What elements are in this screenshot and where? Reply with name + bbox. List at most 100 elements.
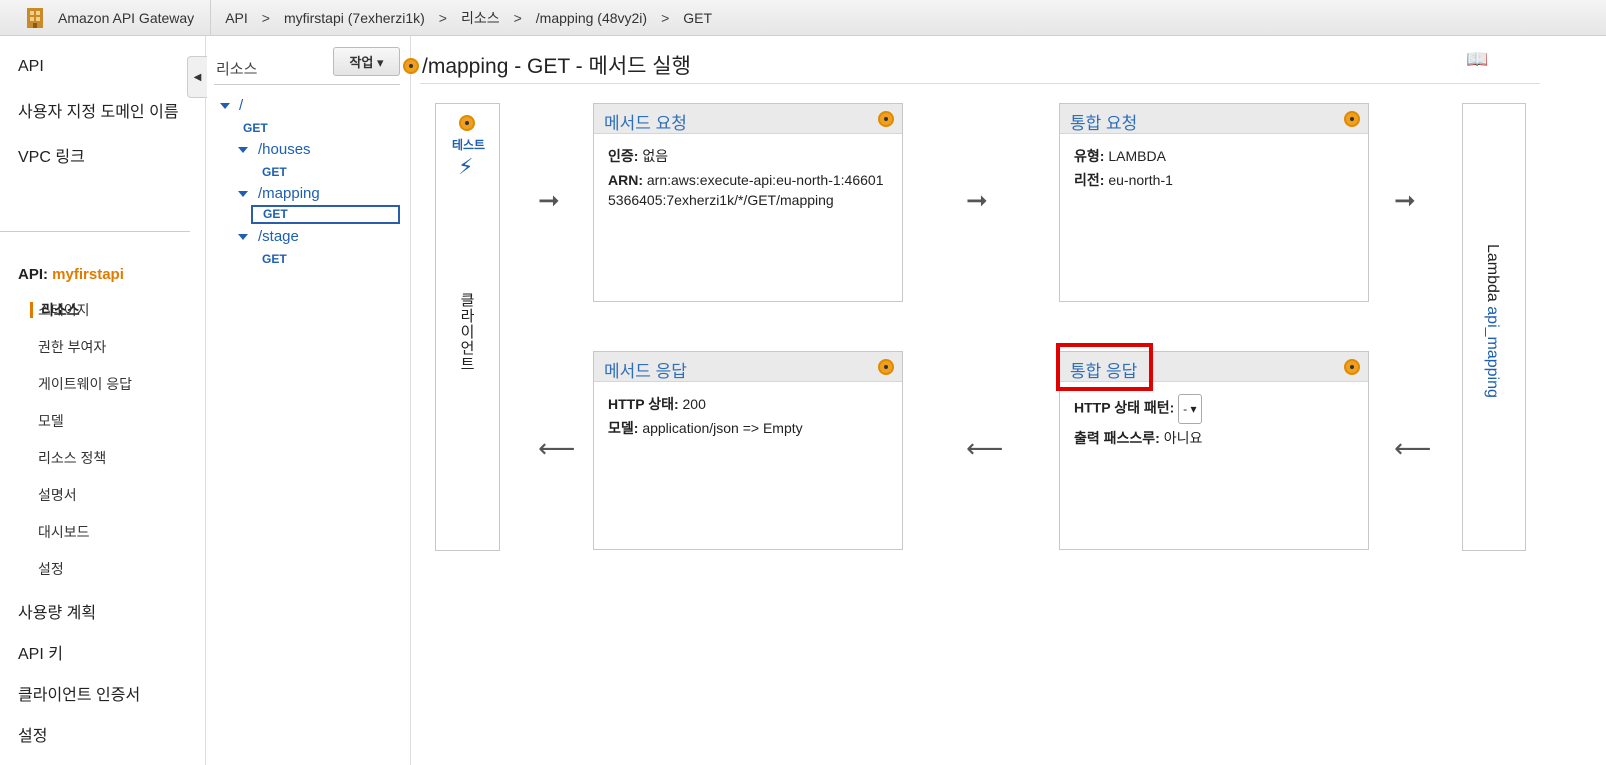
info-dot-icon[interactable]	[1344, 111, 1360, 127]
method-request-link[interactable]: 메서드 요청	[604, 109, 687, 134]
http-status-label: HTTP 상태:	[608, 396, 679, 412]
breadcrumb-separator: >	[438, 9, 447, 26]
nav-item-dashboard[interactable]: 대시보드	[38, 522, 90, 542]
nav-item-models[interactable]: 모델	[38, 411, 64, 431]
tree-stage[interactable]: /stage	[258, 228, 299, 245]
nav-item-custom-domains[interactable]: 사용자 지정 도메인 이름	[18, 98, 179, 122]
method-response-card: 메서드 응답 HTTP 상태: 200 모델: application/json…	[593, 351, 903, 550]
page-title: /mapping - GET - 메서드 실행	[422, 55, 691, 78]
card-header: 통합 요청	[1060, 104, 1368, 134]
test-link[interactable]: 테스트	[436, 136, 501, 153]
info-dot-icon[interactable]	[1344, 359, 1360, 375]
info-dot-icon[interactable]	[878, 111, 894, 127]
tree-get-root[interactable]: GET	[243, 121, 268, 135]
auth-label: 인증:	[608, 148, 639, 164]
integration-response-link[interactable]: 통합 응답	[1070, 357, 1137, 382]
card-header: 통합 응답	[1060, 352, 1368, 382]
amazon-api-gateway-logo[interactable]	[24, 7, 46, 29]
arn-value: arn:aws:execute-api:eu-north-1:466015366…	[608, 172, 884, 208]
breadcrumb-api-name[interactable]: myfirstapi (7exherzi1k)	[284, 10, 425, 26]
nav-item-resource-policy[interactable]: 리소스 정책	[38, 448, 106, 468]
brand-name[interactable]: Amazon API Gateway	[58, 10, 194, 26]
nav-item-authorizers[interactable]: 권한 부여자	[38, 337, 106, 357]
region-label: 리전:	[1074, 172, 1105, 188]
card-body: HTTP 상태: 200 모델: application/json => Emp…	[594, 382, 902, 454]
card-body: 인증: 없음 ARN: arn:aws:execute-api:eu-north…	[594, 134, 902, 226]
book-icon[interactable]: 📖	[1466, 49, 1488, 70]
breadcrumb-api[interactable]: API	[225, 10, 248, 26]
arn-label: ARN:	[608, 172, 643, 188]
title-divider	[420, 83, 1540, 84]
breadcrumb-method[interactable]: GET	[683, 10, 712, 26]
arrow-left-icon: ⟵	[966, 433, 1004, 463]
arrow-left-icon: ⟵	[538, 433, 576, 463]
breadcrumb-resources[interactable]: 리소스	[461, 8, 500, 28]
status-pattern-select[interactable]: - ▾	[1178, 394, 1202, 424]
type-label: 유형:	[1074, 148, 1105, 164]
info-dot-icon[interactable]	[403, 58, 419, 74]
nav-divider	[0, 231, 190, 232]
status-pattern-value: -	[1183, 402, 1188, 416]
nav-item-vpc-links[interactable]: VPC 링크	[18, 143, 85, 167]
lambda-label: Lambda api_mapping	[1483, 244, 1501, 398]
api-name-heading: API: myfirstapi	[18, 266, 124, 283]
collapse-icon[interactable]: ◀	[187, 56, 207, 98]
type-value: LAMBDA	[1108, 148, 1166, 164]
info-dot-icon[interactable]	[459, 115, 475, 131]
tree-get-stage[interactable]: GET	[262, 252, 287, 266]
integration-response-card: 통합 응답 HTTP 상태 패턴: - ▾ 출력 패스스루: 아니요	[1059, 351, 1369, 550]
nav-item-stages[interactable]: 스테이지	[38, 300, 90, 320]
breadcrumb-separator: >	[261, 9, 270, 26]
nav-item-api-keys[interactable]: API 키	[18, 640, 63, 664]
lambda-box: Lambda api_mapping	[1462, 103, 1526, 551]
breadcrumb-resource[interactable]: /mapping (48vy2i)	[536, 10, 647, 26]
client-label: 클라이언트	[458, 292, 475, 372]
lightning-icon[interactable]: ⚡	[458, 154, 473, 180]
client-box: 테스트 ⚡ 클라이언트	[435, 103, 500, 551]
actions-button[interactable]: 작업 ▾	[333, 47, 400, 76]
method-request-card: 메서드 요청 인증: 없음 ARN: arn:aws:execute-api:e…	[593, 103, 903, 302]
lambda-prefix: Lambda	[1484, 244, 1501, 302]
region-value: eu-north-1	[1108, 172, 1173, 188]
arrow-right-icon: ➞	[538, 185, 560, 215]
nav-item-client-certificates[interactable]: 클라이언트 인증서	[18, 681, 140, 705]
nav-item-gateway-responses[interactable]: 게이트웨이 응답	[38, 374, 132, 394]
card-body: 유형: LAMBDA 리전: eu-north-1	[1060, 134, 1368, 206]
nav-item-api[interactable]: API	[18, 58, 44, 76]
expand-caret-icon[interactable]	[238, 234, 248, 240]
tree-get-mapping-selected[interactable]: GET	[251, 205, 400, 224]
api-name-value[interactable]: myfirstapi	[52, 266, 124, 283]
tree-get-houses[interactable]: GET	[262, 165, 287, 179]
breadcrumb-separator: >	[661, 9, 670, 26]
left-navigation: API 사용자 지정 도메인 이름 VPC 링크 API: myfirstapi…	[0, 36, 206, 765]
info-dot-icon[interactable]	[878, 359, 894, 375]
tree-houses[interactable]: /houses	[258, 141, 311, 158]
arrow-left-icon: ⟵	[1394, 433, 1432, 463]
model-label: 모델:	[608, 420, 639, 436]
arrow-right-icon: ➞	[1394, 185, 1416, 215]
tree-root[interactable]: /	[239, 97, 243, 114]
method-response-link[interactable]: 메서드 응답	[604, 357, 687, 382]
nav-item-settings[interactable]: 설정	[18, 722, 47, 746]
nav-item-usage-plans[interactable]: 사용량 계획	[18, 599, 96, 623]
resources-heading: 리소스	[216, 61, 258, 78]
integration-request-card: 통합 요청 유형: LAMBDA 리전: eu-north-1	[1059, 103, 1369, 302]
tree-mapping[interactable]: /mapping	[258, 185, 320, 202]
expand-caret-icon[interactable]	[220, 103, 230, 109]
tree-divider	[214, 84, 400, 85]
status-pattern-label: HTTP 상태 패턴:	[1074, 399, 1175, 416]
expand-caret-icon[interactable]	[238, 147, 248, 153]
lambda-function-link[interactable]: api_mapping	[1484, 306, 1501, 398]
nav-item-api-settings[interactable]: 설정	[38, 559, 64, 579]
expand-caret-icon[interactable]	[238, 191, 248, 197]
top-bar: Amazon API Gateway API > myfirstapi (7ex…	[0, 0, 1606, 36]
model-value: application/json => Empty	[642, 420, 803, 436]
http-status-value: 200	[682, 396, 706, 412]
card-body: HTTP 상태 패턴: - ▾ 출력 패스스루: 아니요	[1060, 382, 1368, 464]
auth-value: 없음	[642, 148, 669, 164]
topbar-divider	[210, 0, 212, 36]
nav-item-documentation[interactable]: 설명서	[38, 485, 77, 505]
integration-request-link[interactable]: 통합 요청	[1070, 109, 1137, 134]
breadcrumb-separator: >	[513, 9, 522, 26]
passthrough-value: 아니요	[1163, 430, 1203, 446]
